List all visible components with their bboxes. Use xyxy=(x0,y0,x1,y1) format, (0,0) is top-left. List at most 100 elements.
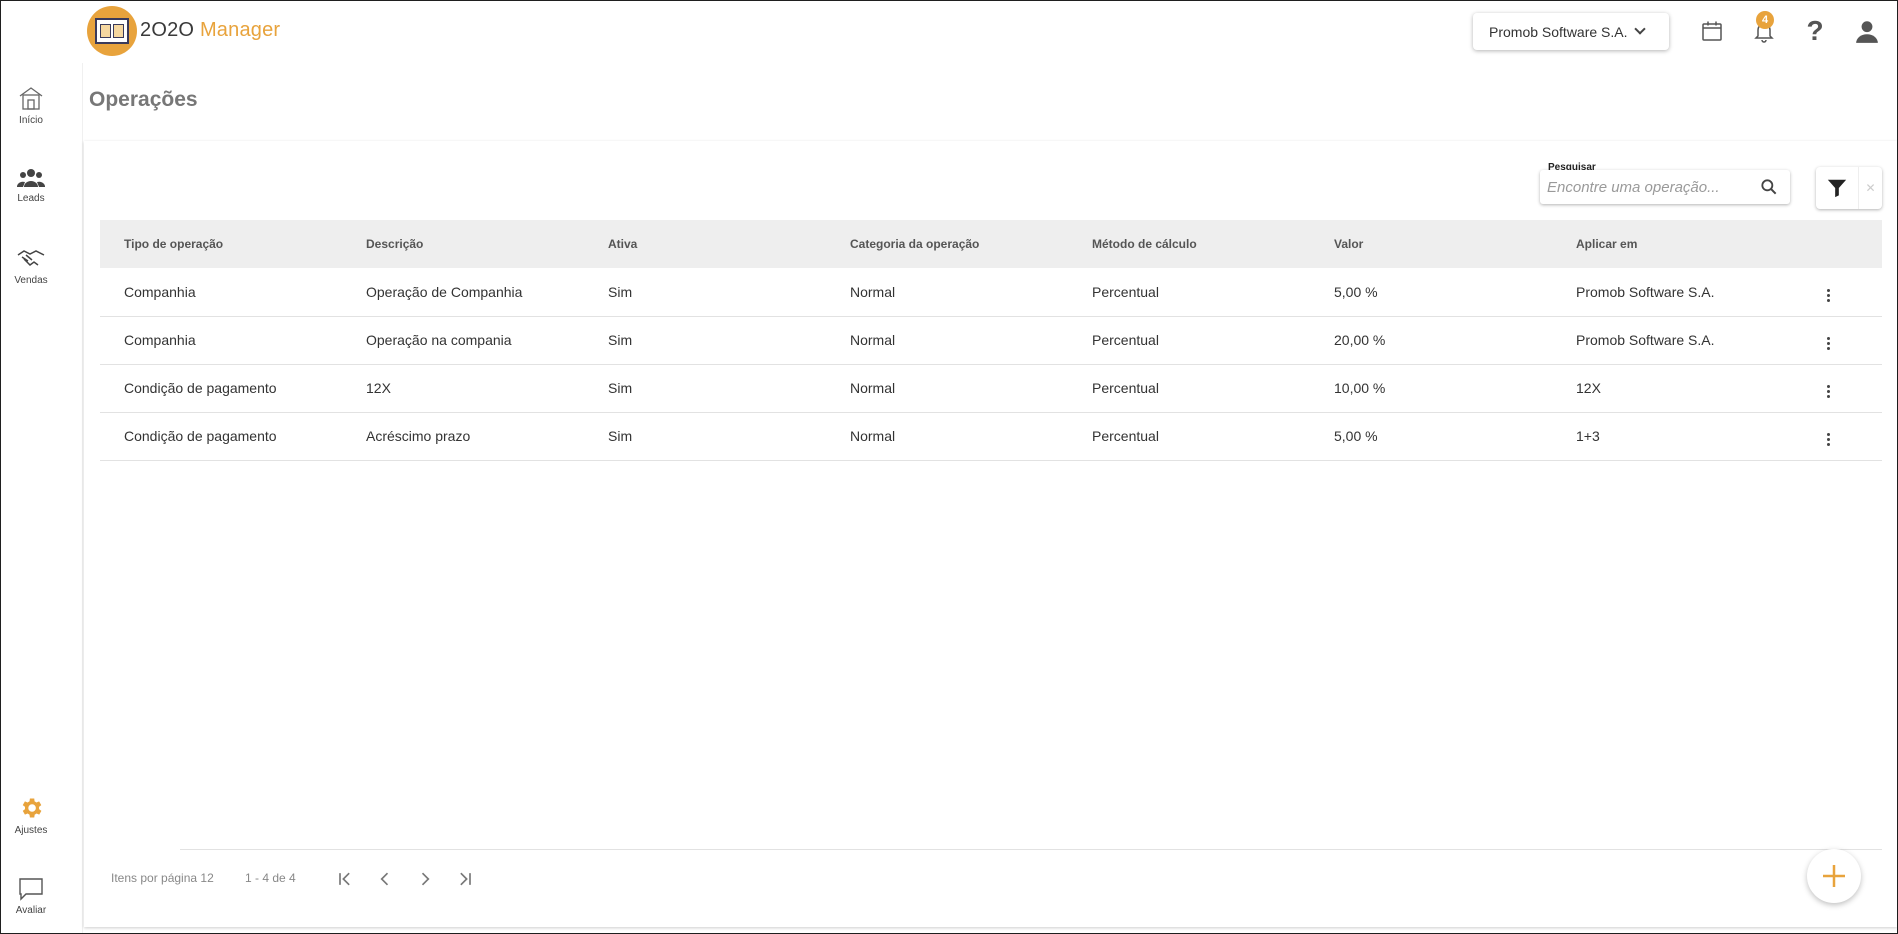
app-name: 2O2O Manager xyxy=(140,19,280,42)
page-range: 1 - 4 de 4 xyxy=(245,871,296,885)
cell-tipo: Condição de pagamento xyxy=(124,380,277,396)
company-selector[interactable]: Promob Software S.A. xyxy=(1473,13,1669,50)
table-header-row: Tipo de operação Descrição Ativa Categor… xyxy=(100,220,1882,268)
cell-descricao: 12X xyxy=(366,380,391,396)
search-field[interactable] xyxy=(1540,170,1790,204)
cell-ativa: Sim xyxy=(608,332,633,348)
chevron-down-icon xyxy=(1633,23,1646,35)
row-actions xyxy=(1794,412,1882,460)
sidebar: Início Leads Vendas Ajustes Avaliar xyxy=(1,63,83,933)
cell-valor: 5,00 % xyxy=(1334,283,1378,300)
table-row[interactable]: Companhia Operação na compania Sim Norma… xyxy=(100,316,1882,364)
home-icon xyxy=(19,87,43,110)
cell-categoria: Normal xyxy=(850,428,896,444)
sidebar-item-label: Avaliar xyxy=(15,905,47,916)
column-header[interactable]: Método de cálculo xyxy=(1068,220,1310,268)
sidebar-item-label: Início xyxy=(19,115,43,126)
table-row[interactable]: Condição de pagamento Acréscimo prazo Si… xyxy=(100,412,1882,460)
footer-divider xyxy=(180,849,1882,850)
chevron-right-icon xyxy=(421,872,430,886)
cell-metodo: Percentual xyxy=(1092,283,1159,300)
cell-categoria: Normal xyxy=(850,380,896,396)
cell-valor: 20,00 % xyxy=(1334,332,1386,348)
last-page-icon xyxy=(460,872,471,886)
sidebar-item-leads[interactable]: Leads xyxy=(1,167,61,204)
sidebar-item-label: Vendas xyxy=(14,275,48,286)
logo-mark xyxy=(95,18,129,44)
column-header[interactable]: Categoria da operação xyxy=(826,220,1068,268)
cell-metodo: Percentual xyxy=(1092,380,1159,396)
row-actions xyxy=(1794,268,1882,316)
table-row[interactable]: Companhia Operação de Companhia Sim Norm… xyxy=(100,268,1882,316)
cell-descricao: Operação na compania xyxy=(366,332,512,348)
plus-icon xyxy=(1823,865,1845,887)
cell-tipo: Companhia xyxy=(124,332,196,348)
column-header[interactable]: Ativa xyxy=(584,220,826,268)
cell-descricao: Operação de Companhia xyxy=(366,283,523,300)
row-actions xyxy=(1794,316,1882,364)
notification-badge: 4 xyxy=(1756,11,1774,29)
sidebar-item-ajustes[interactable]: Ajustes xyxy=(1,795,61,836)
row-actions xyxy=(1794,364,1882,412)
next-page-button[interactable] xyxy=(411,865,439,893)
add-operation-button[interactable] xyxy=(1807,849,1861,903)
filter-button[interactable] xyxy=(1816,167,1858,209)
column-header[interactable]: Descrição xyxy=(342,220,584,268)
sidebar-item-label: Ajustes xyxy=(14,825,48,836)
search-icon[interactable] xyxy=(1759,177,1779,197)
user-avatar-icon[interactable] xyxy=(1852,16,1882,46)
sidebar-item-avaliar[interactable]: Avaliar xyxy=(1,877,61,916)
column-header[interactable]: Tipo de operação xyxy=(100,220,342,268)
cell-aplicar: 12X xyxy=(1576,380,1601,396)
chevron-left-icon xyxy=(380,872,389,886)
cell-tipo: Condição de pagamento xyxy=(124,428,277,444)
handshake-icon xyxy=(17,250,45,266)
top-bar: 2O2O Manager Promob Software S.A. 4 ? xyxy=(1,1,1897,63)
filter-group: ✕ xyxy=(1816,167,1882,209)
more-vert-icon[interactable] xyxy=(1818,381,1838,401)
clear-filter-button[interactable]: ✕ xyxy=(1858,167,1882,209)
operations-table: Tipo de operação Descrição Ativa Categor… xyxy=(100,220,1882,461)
last-page-button[interactable] xyxy=(451,865,479,893)
filter-icon xyxy=(1827,179,1847,198)
cell-aplicar: Promob Software S.A. xyxy=(1576,283,1715,300)
gear-icon xyxy=(22,798,42,818)
app-logo[interactable] xyxy=(87,6,137,56)
chat-icon xyxy=(19,878,43,901)
cell-metodo: Percentual xyxy=(1092,428,1159,444)
first-page-icon xyxy=(339,872,350,886)
column-header[interactable]: Aplicar em xyxy=(1552,220,1794,268)
cell-categoria: Normal xyxy=(850,283,896,300)
prev-page-button[interactable] xyxy=(371,865,399,893)
help-icon[interactable]: ? xyxy=(1800,15,1830,46)
search-input[interactable] xyxy=(1547,178,1747,196)
items-per-page[interactable]: Itens por página 12 xyxy=(111,871,214,885)
first-page-button[interactable] xyxy=(331,865,359,893)
table-row[interactable]: Condição de pagamento 12X Sim Normal Per… xyxy=(100,364,1882,412)
calendar-icon[interactable] xyxy=(1697,16,1727,46)
cell-categoria: Normal xyxy=(850,332,896,348)
cell-tipo: Companhia xyxy=(124,283,196,300)
sidebar-item-label: Leads xyxy=(17,193,45,204)
sidebar-item-inicio[interactable]: Início xyxy=(1,85,61,126)
more-vert-icon[interactable] xyxy=(1818,285,1838,305)
app-name-accent: Manager xyxy=(199,19,281,41)
sidebar-item-vendas[interactable]: Vendas xyxy=(1,247,61,286)
people-icon xyxy=(17,169,45,187)
column-header[interactable]: Valor xyxy=(1310,220,1552,268)
page-title: Operações xyxy=(89,88,198,111)
cell-descricao: Acréscimo prazo xyxy=(366,428,471,444)
cell-aplicar: 1+3 xyxy=(1576,428,1600,444)
cell-valor: 10,00 % xyxy=(1334,380,1386,396)
cell-ativa: Sim xyxy=(608,428,633,444)
cell-ativa: Sim xyxy=(608,380,633,396)
app-name-main: 2O2O xyxy=(140,19,195,41)
cell-valor: 5,00 % xyxy=(1334,428,1378,444)
actions-header xyxy=(1794,220,1882,268)
close-icon: ✕ xyxy=(1865,181,1876,195)
cell-ativa: Sim xyxy=(608,283,633,300)
cell-metodo: Percentual xyxy=(1092,332,1159,348)
company-selector-label: Promob Software S.A. xyxy=(1489,23,1628,40)
more-vert-icon[interactable] xyxy=(1818,333,1838,353)
more-vert-icon[interactable] xyxy=(1818,429,1838,449)
